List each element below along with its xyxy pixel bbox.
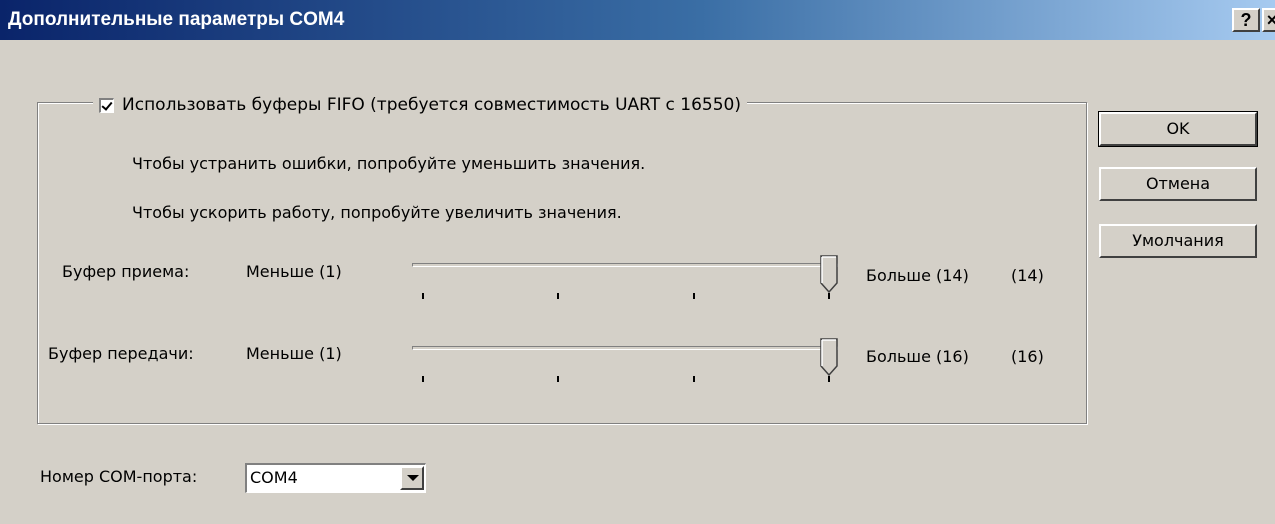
defaults-button[interactable]: Умолчания xyxy=(1099,224,1257,258)
transmit-slider-tick xyxy=(557,376,560,382)
help-icon: ? xyxy=(1240,10,1252,30)
fifo-checkbox[interactable] xyxy=(99,97,114,113)
hint-speed-text: Чтобы ускорить работу, попробуйте увелич… xyxy=(132,203,622,222)
fifo-checkbox-row[interactable]: Использовать буферы FIFO (требуется совм… xyxy=(93,92,747,118)
receive-slider-tick xyxy=(422,293,424,299)
chevron-down-icon[interactable] xyxy=(400,466,424,490)
receive-slider-tick xyxy=(828,293,830,299)
receive-slider-track xyxy=(412,263,838,267)
transmit-min-label: Меньше (1) xyxy=(246,344,342,363)
close-icon: × xyxy=(1266,10,1275,30)
receive-buffer-label: Буфер приема: xyxy=(62,262,190,281)
receive-slider-tick xyxy=(557,293,560,299)
ok-button[interactable]: OK xyxy=(1098,111,1258,147)
help-button[interactable]: ? xyxy=(1232,8,1260,32)
transmit-buffer-label: Буфер передачи: xyxy=(48,344,194,363)
cancel-button[interactable]: Отмена xyxy=(1099,167,1257,201)
receive-min-label: Меньше (1) xyxy=(246,262,342,281)
transmit-max-label: Больше (16) xyxy=(866,347,969,366)
com-port-selected-value: COM4 xyxy=(250,468,298,487)
transmit-value-label: (16) xyxy=(1011,347,1044,366)
transmit-slider-tick xyxy=(828,376,830,382)
com-port-label: Номер COM-порта: xyxy=(40,467,198,486)
fifo-checkbox-label[interactable]: Использовать буферы FIFO (требуется совм… xyxy=(122,95,741,115)
receive-slider-tick xyxy=(692,293,695,299)
transmit-slider-thumb[interactable] xyxy=(820,338,838,377)
receive-buffer-slider[interactable] xyxy=(412,255,838,299)
window-title: Дополнительные параметры COM4 xyxy=(8,9,345,30)
close-button[interactable]: × xyxy=(1262,8,1275,32)
transmit-slider-track xyxy=(412,346,838,350)
com-port-select[interactable]: COM4 xyxy=(245,463,426,493)
hint-errors-text: Чтобы устранить ошибки, попробуйте умень… xyxy=(132,154,646,173)
receive-value-label: (14) xyxy=(1011,266,1044,285)
transmit-buffer-slider[interactable] xyxy=(412,338,838,382)
title-bar: Дополнительные параметры COM4 ? × xyxy=(0,0,1275,40)
transmit-slider-tick xyxy=(422,376,424,382)
transmit-slider-tick xyxy=(692,376,695,382)
receive-max-label: Больше (14) xyxy=(866,266,969,285)
receive-slider-thumb[interactable] xyxy=(820,255,838,294)
